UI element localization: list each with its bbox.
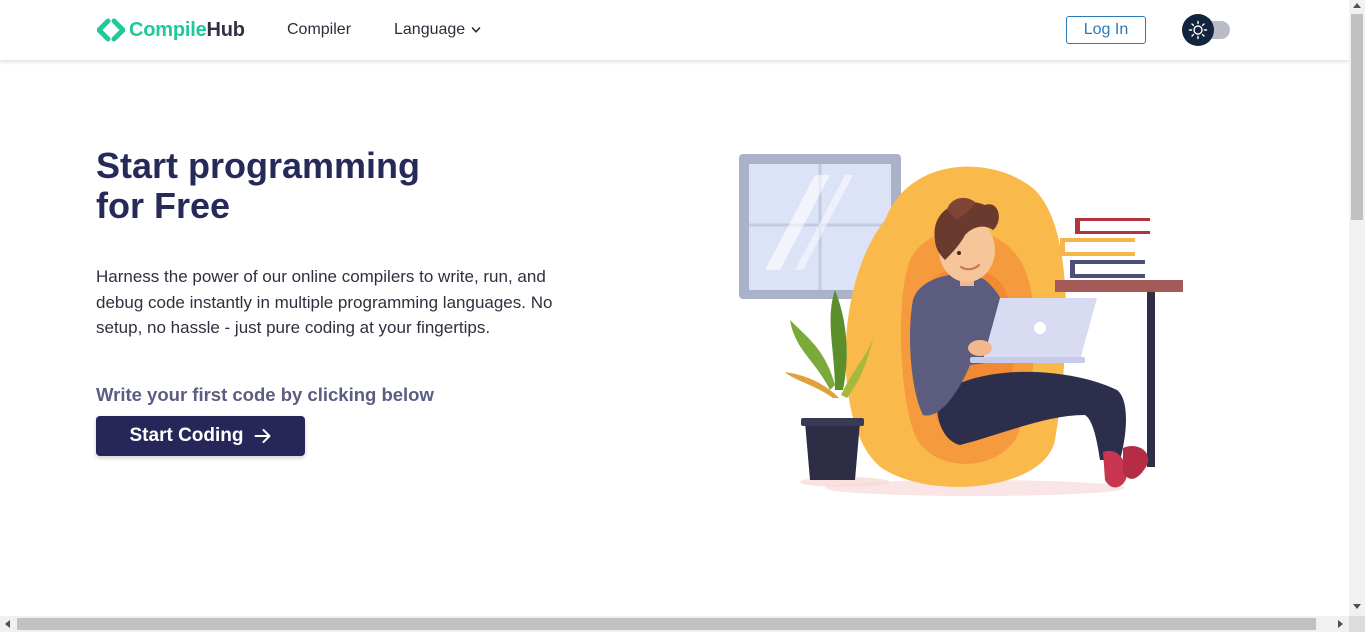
scroll-right-arrow-icon[interactable] [1338, 620, 1343, 628]
hero-subheading: Write your first code by clicking below [96, 384, 434, 405]
navbar: CompileHub Compiler Language Log In [0, 0, 1349, 61]
logo-text-compile: Compile [129, 19, 207, 41]
hero-title-line-2: for Free [96, 185, 231, 226]
login-button[interactable]: Log In [1066, 16, 1146, 44]
horizontal-scroll-thumb[interactable] [17, 618, 1316, 630]
hero-description: Harness the power of our online compiler… [96, 267, 553, 337]
scroll-down-arrow-icon[interactable] [1353, 604, 1361, 609]
nav-language-dropdown[interactable]: Language [394, 20, 481, 40]
hero-title: Start programming for Free [96, 146, 420, 226]
scrollbar-corner [1349, 616, 1365, 632]
logo-text: CompileHub [129, 18, 245, 42]
horizontal-scrollbar[interactable] [0, 616, 1349, 632]
start-coding-label: Start Coding [129, 425, 244, 446]
start-coding-button[interactable]: Start Coding [96, 416, 305, 456]
logo-text-hub: Hub [206, 19, 245, 41]
vertical-scroll-thumb[interactable] [1351, 14, 1363, 220]
hero-title-line-1: Start programming [96, 145, 421, 186]
scroll-up-arrow-icon[interactable] [1353, 3, 1361, 8]
nav-language-label: Language [394, 21, 466, 38]
code-brackets-icon [97, 18, 125, 42]
person-coding-illustration [739, 154, 1183, 496]
theme-toggle[interactable] [1182, 14, 1230, 46]
arrow-right-icon [254, 429, 270, 443]
vertical-scrollbar[interactable] [1349, 0, 1365, 616]
chevron-down-icon [471, 27, 481, 33]
toggle-knob [1182, 14, 1214, 46]
sun-icon [1188, 20, 1208, 40]
logo[interactable]: CompileHub [97, 18, 245, 42]
scroll-left-arrow-icon[interactable] [5, 620, 10, 628]
nav-compiler-link[interactable]: Compiler [287, 20, 351, 40]
